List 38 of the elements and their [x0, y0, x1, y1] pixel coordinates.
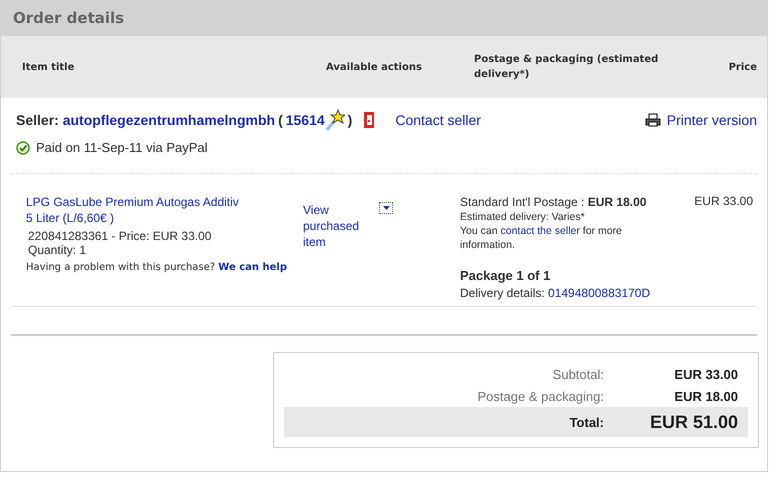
item-number-price: 220841283361 - Price: EUR 33.00: [28, 229, 212, 243]
item-price: EUR 33.00: [694, 194, 753, 208]
contact-seller-link[interactable]: contact the seller: [500, 225, 580, 237]
seller-label: Seller:: [16, 112, 60, 128]
printer-version-link[interactable]: Printer version: [666, 112, 757, 128]
tracking-number-link[interactable]: 01494800883170D: [548, 286, 650, 300]
total-value: EUR 33.00: [673, 366, 738, 382]
column-header: Postage & packaging (estimated delivery*): [474, 53, 660, 82]
dropdown-button[interactable]: [379, 202, 393, 214]
seller-link[interactable]: autopflegezentrumhamelngmbh: [62, 112, 276, 128]
printer-icon: [644, 113, 661, 127]
total-label: Total:: [568, 414, 604, 430]
column-header: Price: [728, 60, 757, 74]
package-heading: Package 1 of 1: [460, 268, 550, 283]
delivery-details: Delivery details: 01494800883170D: [460, 285, 650, 301]
estimated-delivery: Estimated delivery: Varies*: [460, 210, 585, 224]
item-quantity: Quantity: 1: [28, 243, 86, 257]
total-label: Postage & packaging:: [476, 388, 604, 404]
paren-text: ): [348, 112, 352, 128]
total-value: EUR 18.00: [673, 388, 738, 404]
payment-status: Paid on 11-Sep-11 via PayPal: [36, 140, 208, 155]
feedback-score-link[interactable]: 15614: [286, 112, 325, 128]
view-item-link[interactable]: View purchased item: [303, 202, 369, 250]
postage-service: Standard Int'l Postage : EUR 18.00: [460, 194, 646, 210]
help-link[interactable]: We can help: [218, 262, 287, 273]
shooting-star-icon: [324, 109, 345, 131]
total-label: Subtotal:: [552, 366, 604, 382]
contact-seller-link[interactable]: Contact seller: [395, 112, 481, 128]
paren-text: (: [278, 112, 283, 128]
column-header: Item title: [22, 60, 76, 74]
door-icon: [363, 111, 376, 129]
total-value: EUR 51.00: [648, 412, 738, 432]
column-header: Available actions: [326, 60, 423, 74]
caret-icon: [382, 206, 390, 210]
contact-note: You can contact the seller for more information.: [460, 224, 623, 252]
problem-text: Having a problem with this purchase? We can help: [26, 261, 287, 275]
panel-title: Order details: [13, 9, 124, 27]
item-title-link[interactable]: LPG GasLube Premium Autogas Additiv 5 Liter (L/6,60€ ): [26, 194, 246, 226]
